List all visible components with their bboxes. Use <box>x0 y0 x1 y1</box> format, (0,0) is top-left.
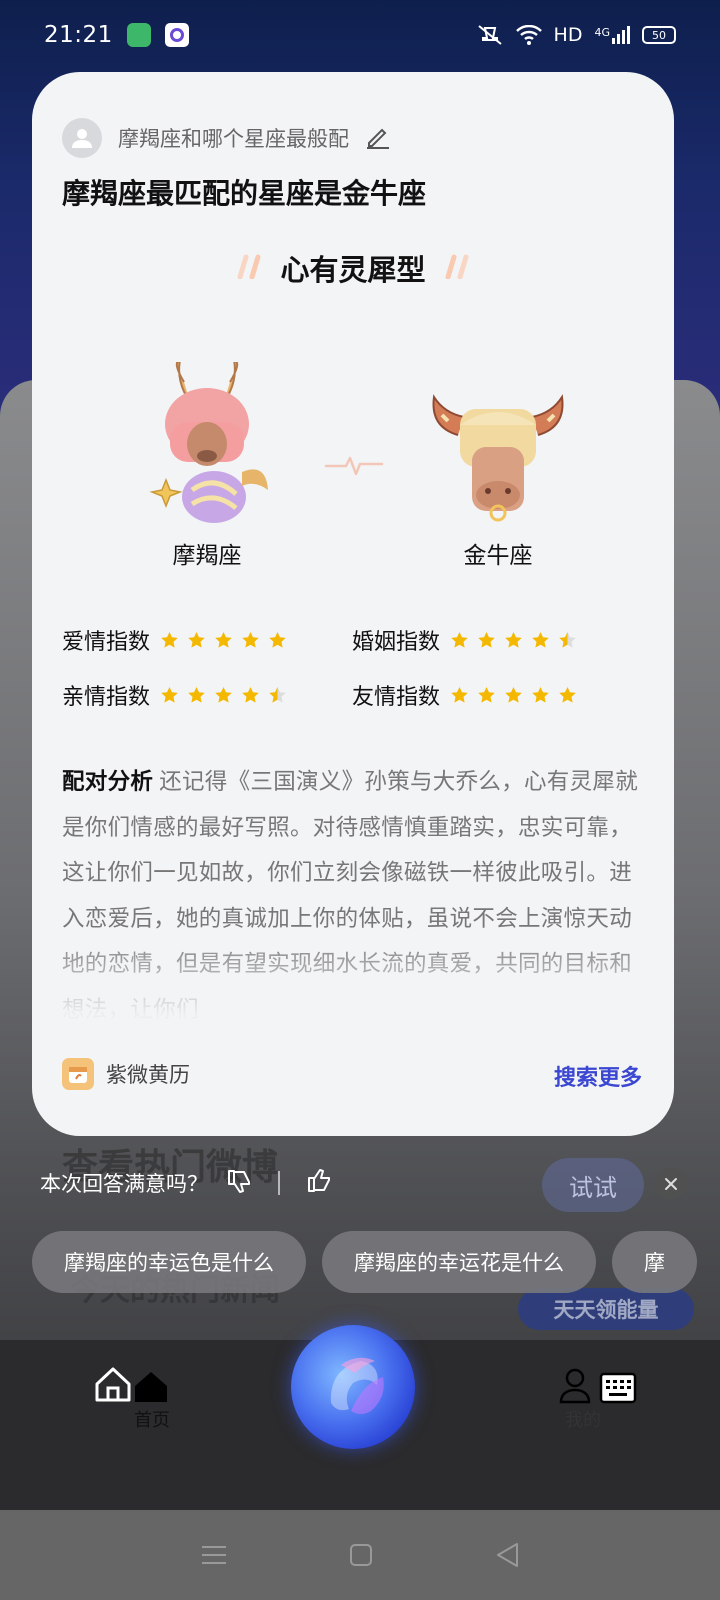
rating-family-label: 亲情指数 <box>62 685 151 710</box>
star-icon <box>478 631 495 648</box>
star-icon <box>269 631 286 648</box>
energy-button[interactable]: 天天领能量 <box>518 1288 694 1330</box>
rating-marriage-stars <box>450 631 577 650</box>
match-type-text: 心有灵犀型 <box>280 253 426 287</box>
match-type-header: 心有灵犀型 <box>32 247 674 289</box>
menu-icon[interactable] <box>201 1544 227 1566</box>
suggestion-chip[interactable]: 摩羯座的幸运色是什么 <box>32 1231 306 1293</box>
thumbs-down-icon[interactable] <box>226 1168 252 1198</box>
app-notification-icon <box>126 23 151 47</box>
source-row[interactable]: 紫微黄历 <box>62 1058 190 1090</box>
suggestion-chips: 摩羯座的幸运色是什么 摩羯座的幸运花是什么 摩 <box>32 1231 720 1293</box>
star-icon <box>559 631 576 648</box>
star-icon <box>478 686 495 703</box>
edit-icon[interactable] <box>365 123 391 153</box>
tab-home[interactable]: 首页 <box>76 1362 186 1432</box>
search-more-link[interactable]: 搜索更多 <box>554 1060 642 1092</box>
sign-left-name: 摩羯座 <box>172 543 242 569</box>
analysis-label: 配对分析 <box>62 769 154 795</box>
star-icon <box>505 686 522 703</box>
signal-icon: 4G <box>594 26 630 44</box>
rating-love-label: 爱情指数 <box>62 630 151 655</box>
pulse-icon <box>324 456 384 476</box>
home-square-icon[interactable] <box>349 1543 373 1567</box>
app-notification-icon-2 <box>164 23 189 47</box>
status-time: 21:21 <box>44 22 113 48</box>
star-icon <box>161 686 178 703</box>
star-icon <box>559 686 576 703</box>
rating-family-stars <box>160 686 287 705</box>
match-type-label: 心有灵犀型 <box>237 247 468 289</box>
decor-dash-right-icon <box>445 254 468 279</box>
star-icon <box>188 686 205 703</box>
query-row: 摩羯座和哪个星座最般配 <box>62 118 391 158</box>
star-icon <box>215 631 232 648</box>
calendar-app-icon <box>62 1058 94 1090</box>
answer-card: 摩羯座和哪个星座最般配 摩羯座最匹配的星座是金牛座 心有灵犀型 摩羯座 金牛座 … <box>32 72 674 1136</box>
status-bar: 21:21 HD 4G 50 <box>0 0 720 70</box>
close-icon[interactable] <box>655 1168 687 1200</box>
try-button[interactable]: 试试 <box>542 1158 644 1212</box>
rating-love: 爱情指数 <box>62 624 287 656</box>
rating-marriage: 婚姻指数 <box>352 624 577 656</box>
capricorn-icon <box>149 358 268 523</box>
analysis-fade <box>32 932 674 1042</box>
rating-family: 亲情指数 <box>62 679 287 711</box>
rating-love-stars <box>160 631 287 650</box>
star-icon <box>505 631 522 648</box>
person-icon <box>559 1368 591 1404</box>
star-icon <box>532 631 549 648</box>
star-icon <box>451 631 468 648</box>
star-icon <box>188 631 205 648</box>
sign-taurus: 金牛座 <box>428 377 568 570</box>
star-icon <box>242 686 259 703</box>
star-icon <box>215 686 232 703</box>
network-label: HD <box>553 24 583 46</box>
rating-friendship: 友情指数 <box>352 679 577 711</box>
sign-capricorn: 摩羯座 <box>142 358 272 570</box>
feedback-divider <box>278 1171 280 1195</box>
battery-icon: 50 <box>642 26 676 44</box>
home-outline-icon <box>95 1367 131 1402</box>
suggestion-chip[interactable]: 摩 <box>612 1231 697 1293</box>
rating-friendship-label: 友情指数 <box>352 685 441 710</box>
answer-title: 摩羯座最匹配的星座是金牛座 <box>62 177 427 210</box>
sign-right-name: 金牛座 <box>463 543 533 569</box>
voice-assistant-button[interactable] <box>291 1325 415 1449</box>
star-icon <box>269 686 286 703</box>
taurus-icon <box>432 394 564 522</box>
tab-home-label: 首页 <box>134 1410 170 1431</box>
user-avatar <box>62 118 102 158</box>
rating-marriage-label: 婚姻指数 <box>352 630 441 655</box>
signal-type: 4G <box>594 26 610 39</box>
feedback-question: 本次回答满意吗？ <box>40 1172 208 1196</box>
suggestion-chip[interactable]: 摩羯座的幸运花是什么 <box>322 1231 596 1293</box>
assistant-logo-icon <box>330 1357 384 1414</box>
rating-friendship-stars <box>450 686 577 705</box>
star-icon <box>161 631 178 648</box>
star-icon <box>242 631 259 648</box>
system-nav-bar <box>0 1510 720 1600</box>
star-icon <box>532 686 549 703</box>
wifi-icon <box>515 25 542 45</box>
keyboard-icon[interactable] <box>599 1372 637 1404</box>
status-indicators: HD 4G 50 <box>476 24 676 46</box>
source-name: 紫微黄历 <box>106 1063 190 1087</box>
decor-dash-left-icon <box>237 254 261 279</box>
thumbs-up-icon[interactable] <box>306 1168 332 1198</box>
back-icon[interactable] <box>495 1542 519 1568</box>
home-icon <box>135 1372 167 1402</box>
star-icon <box>451 686 468 703</box>
silent-icon <box>477 25 502 45</box>
tab-mine-label: 我的 <box>565 1410 601 1431</box>
query-text: 摩羯座和哪个星座最般配 <box>118 127 349 151</box>
tab-mine[interactable]: 我的 <box>548 1366 648 1432</box>
feedback-row: 本次回答满意吗？ <box>40 1168 332 1198</box>
